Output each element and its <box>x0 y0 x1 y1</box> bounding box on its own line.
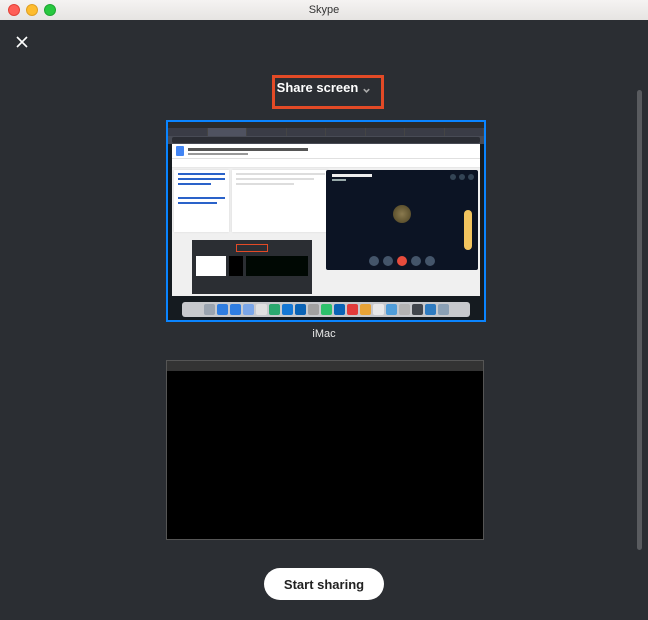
dock-icon <box>217 304 228 315</box>
skype-call-preview <box>326 170 478 270</box>
hangup-icon <box>397 256 407 266</box>
dock-icon <box>347 304 358 315</box>
close-button[interactable] <box>12 32 32 52</box>
dock-icon <box>373 304 384 315</box>
dock-icon <box>256 304 267 315</box>
dock-icon <box>204 304 215 315</box>
screen-options: iMac <box>166 120 482 540</box>
gdoc-icon <box>176 146 184 156</box>
dock-icon <box>412 304 423 315</box>
window-title: Skype <box>0 4 648 16</box>
mac-dock <box>182 302 470 317</box>
dock-icon <box>295 304 306 315</box>
screen-option-secondary[interactable] <box>166 360 484 540</box>
annotation-highlight <box>272 75 384 109</box>
dock-icon <box>230 304 241 315</box>
screen-option-primary[interactable] <box>166 120 486 322</box>
share-screen-modal: Share screen <box>0 20 648 620</box>
screen-label-primary: iMac <box>166 328 482 340</box>
scrollbar[interactable] <box>637 90 642 550</box>
start-sharing-button[interactable]: Start sharing <box>264 568 384 600</box>
dock-icon <box>438 304 449 315</box>
action-bar: Start sharing <box>0 568 648 600</box>
dock-icon <box>308 304 319 315</box>
dock-icon <box>282 304 293 315</box>
dock-icon <box>243 304 254 315</box>
mac-titlebar: Skype <box>0 0 648 21</box>
dock-icon <box>425 304 436 315</box>
dock-icon <box>360 304 371 315</box>
close-icon <box>14 34 30 50</box>
dock-icon <box>321 304 332 315</box>
dock-icon <box>399 304 410 315</box>
dock-icon <box>334 304 345 315</box>
dock-icon <box>269 304 280 315</box>
dock-icon <box>386 304 397 315</box>
